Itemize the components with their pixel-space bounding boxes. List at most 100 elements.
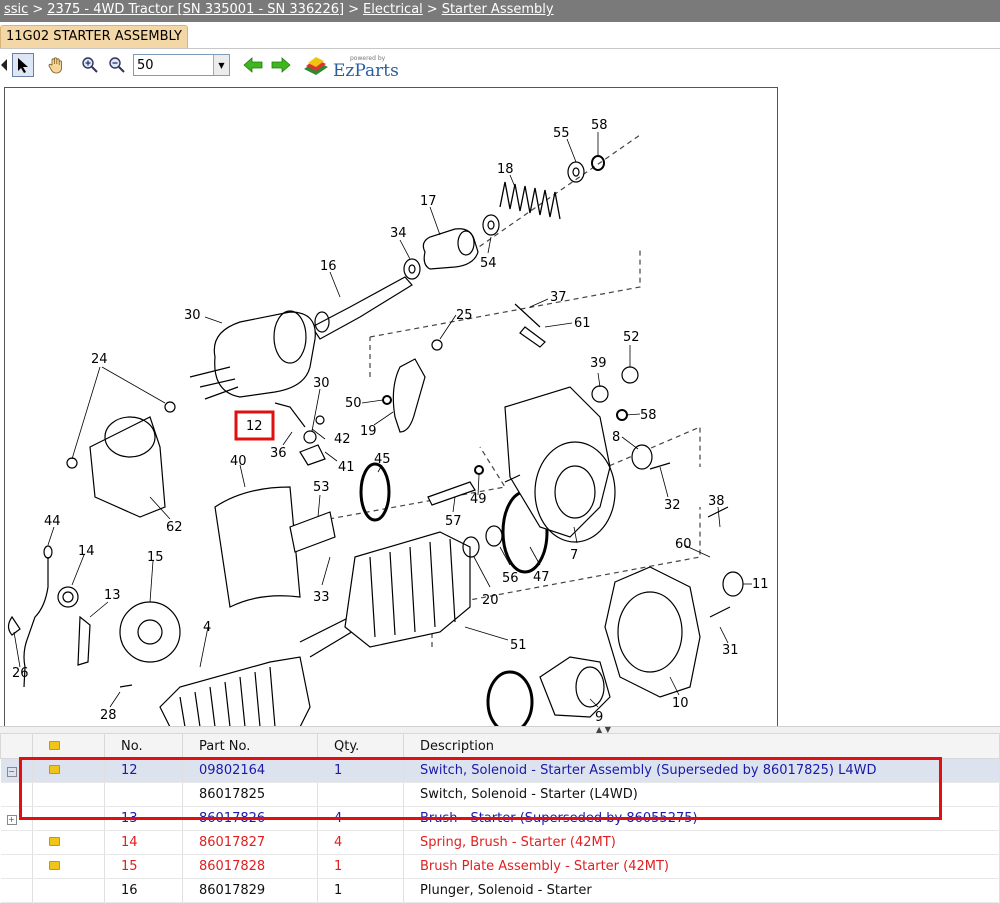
callout-33[interactable]: 33: [313, 590, 330, 605]
cell-description: Spring, Brush - Starter (42MT): [403, 830, 1000, 855]
callout-7[interactable]: 7: [570, 548, 578, 563]
callout-14[interactable]: 14: [78, 544, 95, 559]
callout-50[interactable]: 50: [345, 396, 362, 411]
cell-description: Brush Plate Assembly - Starter (42MT): [403, 854, 1000, 879]
select-arrow-button[interactable]: [12, 53, 34, 77]
cell-qty: 4: [317, 806, 404, 831]
breadcrumb-link-classic[interactable]: ssic: [4, 2, 28, 17]
callout-20[interactable]: 20: [482, 593, 499, 608]
callout-61[interactable]: 61: [574, 316, 591, 331]
callout-24[interactable]: 24: [91, 352, 108, 367]
callout-57[interactable]: 57: [445, 514, 462, 529]
breadcrumb-link-electrical[interactable]: Electrical: [363, 2, 423, 17]
callout-37[interactable]: 37: [550, 290, 567, 305]
callout-39[interactable]: 39: [590, 356, 607, 371]
previous-button[interactable]: [242, 53, 264, 77]
callout-53[interactable]: 53: [313, 480, 330, 495]
cell-part-no: 86017825: [182, 782, 318, 807]
zoom-level-input[interactable]: [134, 55, 216, 75]
cell-no: [104, 782, 183, 807]
callout-30-b[interactable]: 30: [313, 376, 330, 391]
callout-19[interactable]: 19: [360, 424, 377, 439]
cell-description: Switch, Solenoid - Starter Assembly (Sup…: [403, 758, 1000, 783]
table-row[interactable]: − 12 09802164 1 Switch, Solenoid - Start…: [0, 758, 1000, 783]
callout-62[interactable]: 62: [166, 520, 183, 535]
column-header-description[interactable]: Description: [403, 733, 1000, 759]
callout-12[interactable]: 12: [246, 419, 263, 434]
next-button[interactable]: [270, 53, 292, 77]
zoom-in-icon: [82, 57, 98, 73]
callout-31[interactable]: 31: [722, 643, 739, 658]
table-row[interactable]: + 13 86017826 4 Brush - Starter (Superse…: [0, 806, 1000, 831]
hand-icon: [48, 57, 62, 74]
callout-41[interactable]: 41: [338, 460, 355, 475]
callout-16[interactable]: 16: [320, 259, 337, 274]
callout-4[interactable]: 4: [203, 620, 211, 635]
callout-18[interactable]: 18: [497, 162, 514, 177]
callout-13[interactable]: 13: [104, 588, 121, 603]
breadcrumb: ssic >2375 - 4WD Tractor [SN 335001 - SN …: [0, 0, 1000, 22]
callout-56[interactable]: 56: [502, 571, 519, 586]
callout-58-b[interactable]: 58: [640, 408, 657, 423]
callout-36[interactable]: 36: [270, 446, 287, 461]
callout-17[interactable]: 17: [420, 194, 437, 209]
callout-32[interactable]: 32: [664, 498, 681, 513]
callout-51[interactable]: 51: [510, 638, 527, 653]
folder-icon: [49, 861, 60, 870]
breadcrumb-link-starter-assembly[interactable]: Starter Assembly: [442, 2, 554, 17]
callout-25[interactable]: 25: [456, 308, 473, 323]
callout-54[interactable]: 54: [480, 256, 497, 271]
toolbar-scroll-left-icon[interactable]: [0, 53, 8, 77]
callout-9[interactable]: 9: [595, 710, 603, 725]
callout-11[interactable]: 11: [752, 577, 769, 592]
callout-52[interactable]: 52: [623, 330, 640, 345]
callout-49[interactable]: 49: [470, 492, 487, 507]
pan-hand-button[interactable]: [45, 53, 67, 77]
callout-15[interactable]: 15: [147, 550, 164, 565]
cell-part-no: 09802164: [182, 758, 318, 783]
column-header-qty[interactable]: Qty.: [317, 733, 404, 759]
viewer-toolbar: ▼ powered by EzParts: [0, 50, 400, 81]
callout-47[interactable]: 47: [533, 570, 550, 585]
cell-qty: [317, 782, 404, 807]
chevron-down-icon[interactable]: ▼: [213, 55, 229, 75]
callout-28[interactable]: 28: [100, 708, 117, 723]
column-header-no[interactable]: No.: [104, 733, 183, 759]
cell-qty: 1: [317, 854, 404, 879]
callout-26[interactable]: 26: [12, 666, 29, 681]
ezparts-logo-icon: [304, 57, 328, 75]
breadcrumb-separator: >: [32, 2, 44, 17]
arrow-right-icon: [271, 57, 291, 73]
breadcrumb-link-model[interactable]: 2375 - 4WD Tractor [SN 335001 - SN 33622…: [47, 2, 344, 17]
callout-34[interactable]: 34: [390, 226, 407, 241]
pane-splitter[interactable]: ▲ ▼: [0, 725, 1000, 734]
callout-10[interactable]: 10: [672, 696, 689, 711]
table-row[interactable]: 86017825 Switch, Solenoid - Starter (L4W…: [0, 782, 1000, 807]
arrow-left-icon: [243, 57, 263, 73]
table-row[interactable]: 14 86017827 4 Spring, Brush - Starter (4…: [0, 830, 1000, 855]
collapse-icon[interactable]: −: [6, 767, 17, 777]
column-header-icon[interactable]: [32, 733, 105, 759]
callout-45[interactable]: 45: [374, 452, 391, 467]
zoom-out-button[interactable]: [106, 53, 128, 77]
table-row[interactable]: 15 86017828 1 Brush Plate Assembly - Sta…: [0, 854, 1000, 879]
callout-38[interactable]: 38: [708, 494, 725, 509]
callout-58[interactable]: 58: [591, 118, 608, 133]
callout-44[interactable]: 44: [44, 514, 61, 529]
callout-40[interactable]: 40: [230, 454, 247, 469]
column-header-part-no[interactable]: Part No.: [182, 733, 318, 759]
cell-no: 14: [104, 830, 183, 855]
cell-no: 15: [104, 854, 183, 879]
zoom-in-button[interactable]: [79, 53, 101, 77]
expand-icon[interactable]: +: [6, 815, 17, 825]
tab-starter-assembly[interactable]: 11G02 STARTER ASSEMBLY: [0, 25, 188, 48]
callout-55[interactable]: 55: [553, 126, 570, 141]
zoom-level-select[interactable]: ▼: [133, 54, 230, 76]
callout-30[interactable]: 30: [184, 308, 201, 323]
folder-icon: [49, 740, 60, 750]
exploded-parts-diagram[interactable]: 55 58 18 17 34 54 16 30 25 37 61 52 24 3…: [0, 87, 1000, 727]
callout-60[interactable]: 60: [675, 537, 692, 552]
callout-42[interactable]: 42: [334, 432, 351, 447]
callout-8[interactable]: 8: [612, 430, 620, 445]
cell-description: Switch, Solenoid - Starter (L4WD): [403, 782, 1000, 807]
